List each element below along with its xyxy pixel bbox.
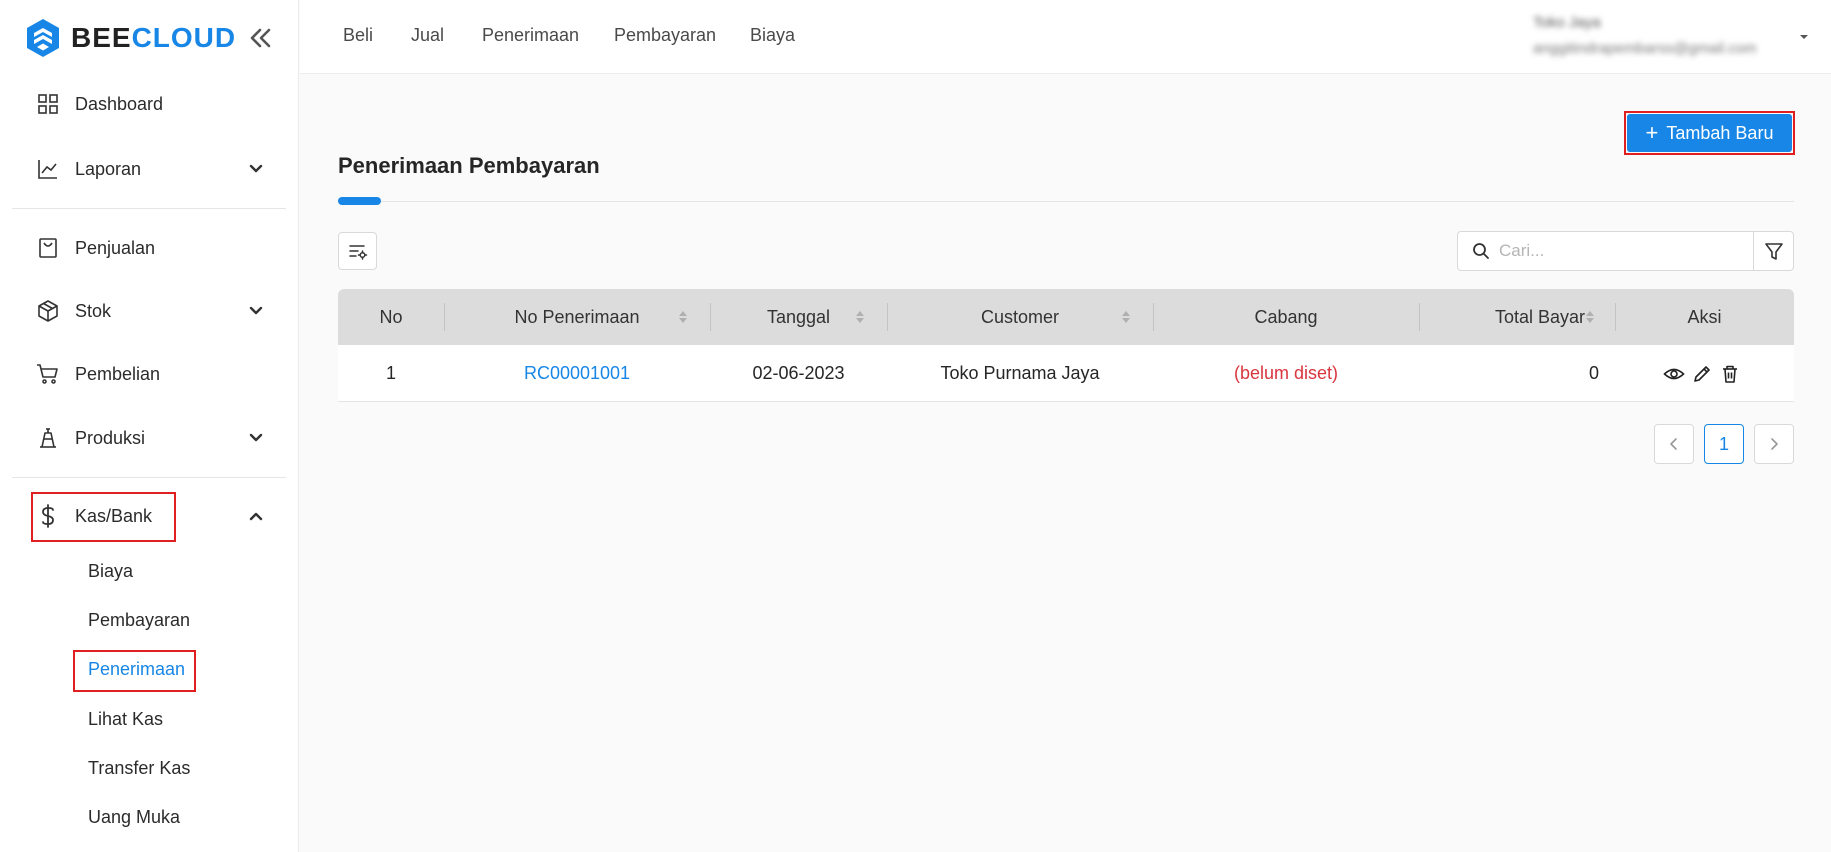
trash-icon[interactable]	[1719, 363, 1741, 385]
col-header-cabang: Cabang	[1254, 306, 1318, 327]
chart-line-icon	[38, 160, 57, 179]
topnav-jual[interactable]: Jual	[411, 25, 444, 46]
user-name[interactable]: Toko Jaya	[1533, 14, 1601, 31]
table-header: No No Penerimaan Tanggal Customer Cabang…	[338, 289, 1794, 345]
submenu-pembayaran[interactable]: Pembayaran	[88, 610, 190, 631]
sidebar-item-dashboard[interactable]: Dashboard	[12, 79, 286, 129]
sidebar-item-penjualan[interactable]: Penjualan	[12, 223, 286, 273]
row-actions	[1663, 345, 1753, 402]
submenu-biaya[interactable]: Biaya	[88, 561, 133, 582]
sidebar-item-pembelian[interactable]: Pembelian	[12, 349, 286, 399]
col-header-aksi: Aksi	[1687, 306, 1722, 327]
topnav-penerimaan[interactable]: Penerimaan	[482, 25, 579, 46]
col-header-no-penerimaan[interactable]: No Penerimaan	[444, 289, 710, 345]
column-settings-button[interactable]	[338, 232, 377, 270]
shopping-bag-icon	[39, 238, 57, 258]
sidebar-item-stok[interactable]: Stok	[12, 286, 286, 336]
topnav-biaya[interactable]: Biaya	[750, 25, 795, 46]
box-icon	[38, 300, 58, 322]
topnav-beli[interactable]: Beli	[343, 25, 373, 46]
dashboard-icon	[38, 94, 58, 114]
cell-tanggal: 02-06-2023	[752, 363, 845, 383]
search-input[interactable]	[1499, 241, 1739, 261]
brand-logo[interactable]: BEECLOUD	[25, 18, 236, 58]
cell-no: 1	[385, 363, 396, 383]
cell-customer: Toko Purnama Jaya	[940, 363, 1100, 383]
title-accent-bar	[338, 197, 381, 205]
sidebar-item-label: Stok	[75, 300, 112, 321]
filter-button[interactable]	[1753, 231, 1794, 271]
column-settings-icon	[348, 245, 367, 260]
chevron-down-icon	[249, 164, 263, 173]
sidebar-divider	[12, 477, 286, 478]
highlight-penerimaan	[73, 650, 196, 692]
chevron-down-icon	[249, 306, 263, 315]
col-header-customer[interactable]: Customer	[887, 289, 1153, 345]
page-1-button[interactable]: 1	[1704, 424, 1744, 464]
factory-icon	[40, 428, 56, 448]
cart-icon	[37, 364, 58, 384]
chevron-left-icon	[1670, 438, 1677, 450]
pencil-icon[interactable]	[1691, 363, 1713, 385]
eye-icon[interactable]	[1663, 363, 1685, 385]
topnav-pembayaran[interactable]: Pembayaran	[614, 25, 716, 46]
cell-total-bayar: 0	[1588, 363, 1599, 383]
prev-page-button[interactable]	[1654, 424, 1694, 464]
table-row: 1 RC00001001 02-06-2023 Toko Purnama Jay…	[338, 345, 1794, 402]
filter-icon	[1764, 243, 1783, 260]
receipts-table: No No Penerimaan Tanggal Customer Cabang…	[338, 289, 1794, 402]
search-box	[1457, 231, 1754, 271]
sidebar-item-produksi[interactable]: Produksi	[12, 413, 286, 463]
chevron-up-icon	[249, 512, 263, 521]
brand-name: BEECLOUD	[71, 22, 237, 53]
sort-icon[interactable]	[1121, 308, 1131, 326]
title-underline	[338, 201, 1794, 202]
sidebar-item-laporan[interactable]: Laporan	[12, 144, 286, 194]
highlight-add-button	[1624, 111, 1795, 155]
sidebar: BEECLOUD Dashboard Laporan Penjualan Sto…	[0, 0, 299, 852]
sidebar-item-label: Produksi	[75, 427, 146, 448]
sort-icon[interactable]	[855, 308, 865, 326]
submenu-transfer-kas[interactable]: Transfer Kas	[88, 758, 190, 779]
sort-icon[interactable]	[1585, 308, 1595, 326]
cell-no-penerimaan-link[interactable]: RC00001001	[444, 345, 710, 402]
col-header-no: No	[379, 306, 403, 327]
col-header-total-bayar[interactable]: Total Bayar	[1419, 289, 1585, 345]
caret-down-icon[interactable]	[1797, 30, 1811, 44]
search-icon	[1473, 243, 1489, 259]
bee-logo-icon	[27, 19, 59, 57]
highlight-kas-bank	[31, 492, 176, 542]
chevron-right-icon	[1771, 438, 1778, 450]
user-email[interactable]: anggitindrapembarss@gmail.com	[1533, 40, 1757, 57]
chevron-down-icon	[249, 433, 263, 442]
next-page-button[interactable]	[1754, 424, 1794, 464]
sidebar-divider	[12, 208, 286, 209]
sidebar-item-label: Laporan	[75, 158, 142, 179]
top-bar: Beli Jual Penerimaan Pembayaran Biaya To…	[300, 0, 1831, 74]
submenu-uang-muka[interactable]: Uang Muka	[88, 807, 180, 828]
sidebar-item-label: Pembelian	[75, 363, 161, 384]
sort-icon[interactable]	[678, 308, 688, 326]
collapse-sidebar-icon[interactable]	[246, 24, 274, 52]
sidebar-item-label: Dashboard	[75, 93, 164, 114]
page-title: Penerimaan Pembayaran	[338, 153, 600, 178]
submenu-lihat-kas[interactable]: Lihat Kas	[88, 709, 163, 730]
cell-cabang: (belum diset)	[1233, 363, 1339, 383]
sidebar-item-label: Penjualan	[75, 237, 156, 258]
